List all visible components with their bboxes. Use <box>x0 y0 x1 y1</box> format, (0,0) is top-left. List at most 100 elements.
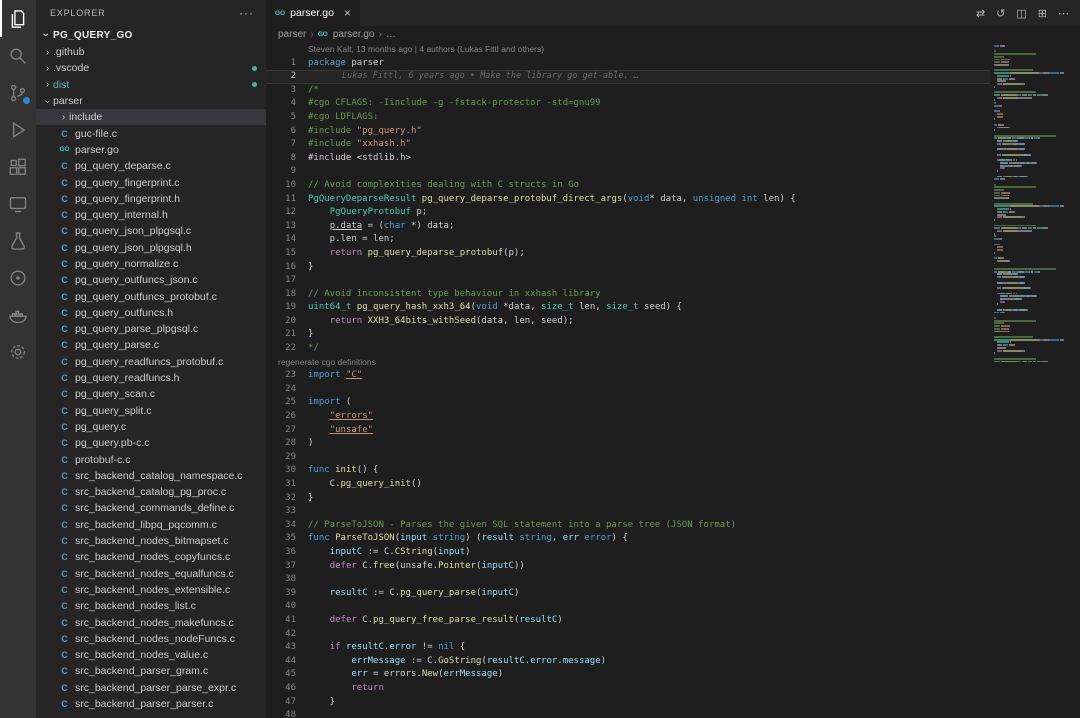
tree-folder-include[interactable]: ›include <box>36 109 266 125</box>
tree-file-pg-query-deparse-c[interactable]: Cpg_query_deparse.c <box>36 158 266 174</box>
code-line[interactable]: 33 <box>266 505 990 519</box>
tree-folder-github[interactable]: ›.github <box>36 44 266 60</box>
tree-file-src-backend-commands-define-c[interactable]: Csrc_backend_commands_define.c <box>36 500 266 516</box>
code-line[interactable]: 34// ParseToJSON - Parses the given SQL … <box>266 519 990 533</box>
explorer-icon[interactable] <box>0 0 36 37</box>
code-line[interactable]: 19uint64_t pg_query_hash_xxh3_64(void *d… <box>266 301 990 315</box>
blame-authors-lens[interactable]: Steven Kalt, 13 months ago | 4 authors (… <box>308 43 544 57</box>
tree-file-pg-query-internal-h[interactable]: Cpg_query_internal.h <box>36 207 266 223</box>
code-line[interactable]: 22*/ <box>266 342 990 356</box>
tab-parser-go[interactable]: GO parser.go × <box>266 0 360 26</box>
code-line[interactable]: 6#include "pg_query.h" <box>266 125 990 139</box>
code-line[interactable]: 43 if resultC.error != nil { <box>266 641 990 655</box>
tree-file-src-backend-nodes-makefuncs-c[interactable]: Csrc_backend_nodes_makefuncs.c <box>36 614 266 630</box>
tree-file-pg-query-parse-plpgsql-c[interactable]: Cpg_query_parse_plpgsql.c <box>36 321 266 337</box>
code-line[interactable]: 20 return XXH3_64bits_withSeed(data, len… <box>266 315 990 329</box>
code-line[interactable]: 16} <box>266 261 990 275</box>
tree-file-pg-query-readfuncs-protobuf-c[interactable]: Cpg_query_readfuncs_protobuf.c <box>36 354 266 370</box>
codelens-row[interactable]: Steven Kalt, 13 months ago | 4 authors (… <box>266 43 990 57</box>
split-editor-icon[interactable]: ◫ <box>1016 7 1026 20</box>
code-line[interactable]: 14 p.len = len; <box>266 233 990 247</box>
code-line[interactable]: 25import ( <box>266 396 990 410</box>
code-line[interactable]: 29 <box>266 451 990 465</box>
tree-file-src-backend-catalog-namespace-c[interactable]: Csrc_backend_catalog_namespace.c <box>36 468 266 484</box>
code-line[interactable]: 36 inputC := C.CString(input) <box>266 546 990 560</box>
code-editor[interactable]: Steven Kalt, 13 months ago | 4 authors (… <box>266 43 990 718</box>
breadcrumb-item-parser-go[interactable]: parser.go <box>333 29 375 40</box>
code-line[interactable]: 42 <box>266 628 990 642</box>
source-control-icon[interactable] <box>0 74 36 111</box>
code-line[interactable]: 46 return <box>266 682 990 696</box>
code-line[interactable]: 5#cgo LDFLAGS: <box>266 111 990 125</box>
code-line[interactable]: 17 <box>266 274 990 288</box>
tree-folder-parser[interactable]: ›parser <box>36 93 266 109</box>
tree-file-pg-query-split-c[interactable]: Cpg_query_split.c <box>36 403 266 419</box>
tree-file-src-backend-nodes-nodefuncs-c[interactable]: Csrc_backend_nodes_nodeFuncs.c <box>36 631 266 647</box>
tree-file-src-backend-nodes-copyfuncs-c[interactable]: Csrc_backend_nodes_copyfuncs.c <box>36 549 266 565</box>
breadcrumb-item-parser[interactable]: parser <box>278 29 306 40</box>
tree-file-src-backend-parser-gram-c[interactable]: Csrc_backend_parser_gram.c <box>36 663 266 679</box>
tree-file-src-backend-nodes-equalfuncs-c[interactable]: Csrc_backend_nodes_equalfuncs.c <box>36 566 266 582</box>
code-line[interactable]: 37 defer C.free(unsafe.Pointer(inputC)) <box>266 560 990 574</box>
code-line[interactable]: 10// Avoid complexities dealing with C s… <box>266 179 990 193</box>
code-line[interactable]: 2Lukas Fittl, 6 years ago • Make the lib… <box>266 70 990 84</box>
code-line[interactable]: 45 err = errors.New(errMessage) <box>266 668 990 682</box>
code-line[interactable]: 3/* <box>266 84 990 98</box>
minimap[interactable] <box>990 43 1080 718</box>
code-line[interactable]: 27 "unsafe" <box>266 424 990 438</box>
code-line[interactable]: 21} <box>266 328 990 342</box>
tree-file-src-backend-libpq-pqcomm-c[interactable]: Csrc_backend_libpq_pqcomm.c <box>36 517 266 533</box>
tree-file-pg-query-fingerprint-h[interactable]: Cpg_query_fingerprint.h <box>36 191 266 207</box>
tree-file-protobuf-c-c[interactable]: Cprotobuf-c.c <box>36 451 266 467</box>
code-line[interactable]: 15 return pg_query_deparse_protobuf(p); <box>266 247 990 261</box>
code-line[interactable]: 40 <box>266 600 990 614</box>
tree-file-pg-query-outfuncs-protobuf-c[interactable]: Cpg_query_outfuncs_protobuf.c <box>36 288 266 304</box>
tree-file-pg-query-outfuncs-json-c[interactable]: Cpg_query_outfuncs_json.c <box>36 272 266 288</box>
tree-file-pg-query-normalize-c[interactable]: Cpg_query_normalize.c <box>36 256 266 272</box>
extensions-icon[interactable] <box>0 148 36 185</box>
tree-file-src-backend-nodes-bitmapset-c[interactable]: Csrc_backend_nodes_bitmapset.c <box>36 533 266 549</box>
code-line[interactable]: 13 p.data = (char *) data; <box>266 220 990 234</box>
toggle-file-blame-icon[interactable]: ⇄ <box>976 7 985 20</box>
tree-folder-vscode[interactable]: ›.vscode <box>36 60 266 76</box>
tree-file-src-backend-nodes-extensible-c[interactable]: Csrc_backend_nodes_extensible.c <box>36 582 266 598</box>
regenerate-cgo-lens[interactable]: regenerate cgo definitions <box>278 356 376 370</box>
tree-file-src-backend-parser-parse-expr-c[interactable]: Csrc_backend_parser_parse_expr.c <box>36 680 266 696</box>
open-changes-icon[interactable]: ↺ <box>996 7 1005 20</box>
code-line[interactable]: 30func init() { <box>266 464 990 478</box>
search-icon[interactable] <box>0 37 36 74</box>
code-line[interactable]: 31 C.pg_query_init() <box>266 478 990 492</box>
close-icon[interactable]: × <box>344 6 351 20</box>
code-line[interactable]: 38 <box>266 573 990 587</box>
code-line[interactable]: 44 errMessage := C.GoString(resultC.erro… <box>266 655 990 669</box>
run-and-debug-icon[interactable] <box>0 111 36 148</box>
tree-file-src-backend-nodes-list-c[interactable]: Csrc_backend_nodes_list.c <box>36 598 266 614</box>
tree-folder-dist[interactable]: ›dist <box>36 77 266 93</box>
codelens-row[interactable]: regenerate cgo definitions <box>266 356 990 370</box>
code-line[interactable]: 47 } <box>266 696 990 710</box>
code-line[interactable]: 26 "errors" <box>266 410 990 424</box>
code-line[interactable]: 11PgQueryDeparseResult pg_query_deparse_… <box>266 193 990 207</box>
code-line[interactable]: 28) <box>266 437 990 451</box>
code-line[interactable]: 4#cgo CFLAGS: -Iinclude -g -fstack-prote… <box>266 97 990 111</box>
more-actions-icon[interactable]: ⋯ <box>1058 7 1069 20</box>
code-line[interactable]: 7#include "xxhash.h" <box>266 138 990 152</box>
layout-grid-icon[interactable]: ⊞ <box>1038 7 1047 20</box>
project-section-header[interactable]: › PG_QUERY_GO <box>36 26 266 44</box>
code-line[interactable]: 24 <box>266 383 990 397</box>
tree-file-pg-query-pb-c-c[interactable]: Cpg_query.pb-c.c <box>36 435 266 451</box>
tree-file-src-backend-nodes-value-c[interactable]: Csrc_backend_nodes_value.c <box>36 647 266 663</box>
more-actions-icon[interactable]: ··· <box>239 6 254 20</box>
code-line[interactable]: 23import "C" <box>266 369 990 383</box>
code-line[interactable]: 48 <box>266 709 990 718</box>
breadcrumb-item-[interactable]: … <box>386 29 396 40</box>
tree-file-pg-query-c[interactable]: Cpg_query.c <box>36 419 266 435</box>
tree-file-pg-query-outfuncs-h[interactable]: Cpg_query_outfuncs.h <box>36 305 266 321</box>
code-line[interactable]: 32} <box>266 492 990 506</box>
tree-file-pg-query-json-plpgsql-h[interactable]: Cpg_query_json_plpgsql.h <box>36 240 266 256</box>
testing-icon[interactable] <box>0 222 36 259</box>
docker-icon[interactable] <box>0 296 36 333</box>
tree-file-pg-query-scan-c[interactable]: Cpg_query_scan.c <box>36 386 266 402</box>
tree-file-pg-query-fingerprint-c[interactable]: Cpg_query_fingerprint.c <box>36 174 266 190</box>
code-line[interactable]: 12 PgQueryProtobuf p; <box>266 206 990 220</box>
